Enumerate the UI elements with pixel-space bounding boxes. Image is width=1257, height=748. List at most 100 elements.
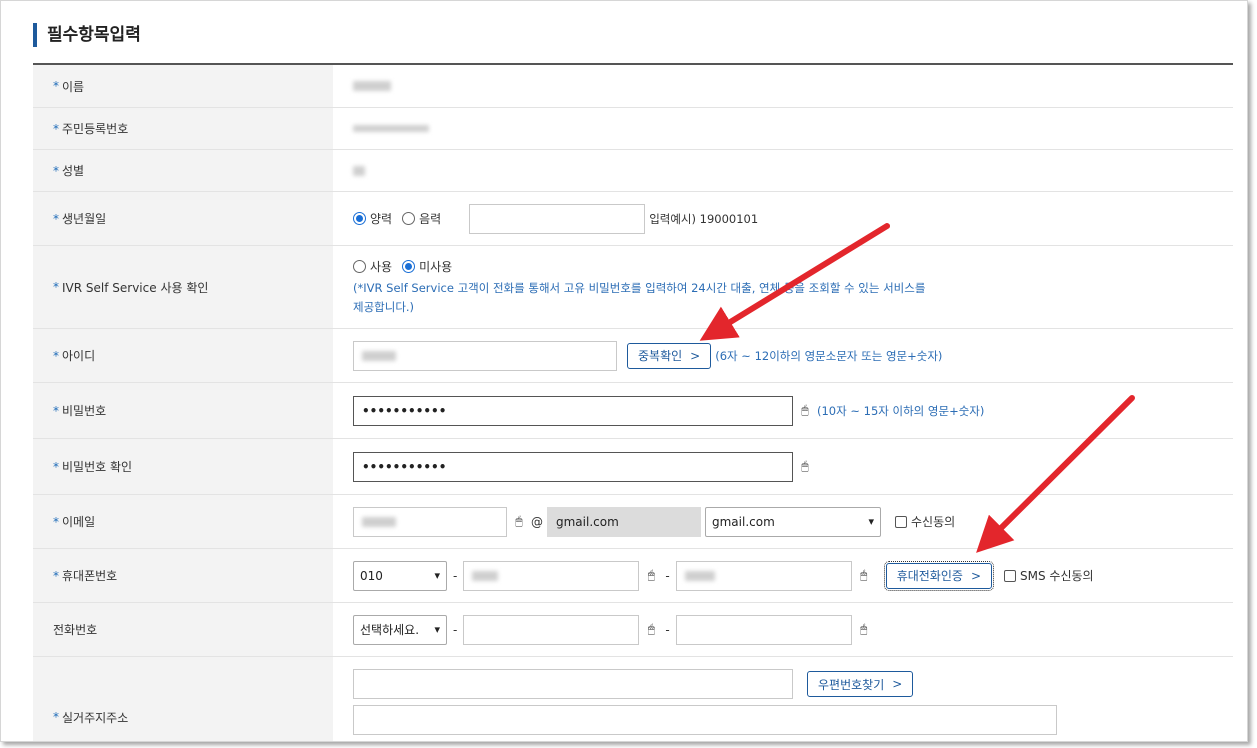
radio-ivr-nouse-label: 미사용 xyxy=(419,259,453,274)
chevron-down-icon: ▾ xyxy=(868,515,874,528)
value-birth: 양력 음력 입력예시) 19000101 xyxy=(333,192,1233,245)
duplicate-check-label: 중복확인 xyxy=(638,349,683,363)
label-phone-text: 전화번호 xyxy=(53,623,98,637)
row-name: * 이름 xyxy=(33,65,1233,108)
chevron-down-icon: ▾ xyxy=(434,623,440,636)
userid-redacted xyxy=(362,350,396,361)
row-password: * 비밀번호 ••••••••••• 🖱 (10자 ~ 15자 이하의 영문+숫자… xyxy=(33,383,1233,439)
value-userid: 중복확인 > (6자 ~ 12이하의 영문소문자 또는 영문+숫자) xyxy=(333,329,1233,382)
radio-ivr-use-label: 사용 xyxy=(370,259,393,274)
phone-last-input[interactable] xyxy=(675,614,852,645)
sms-consent-label: SMS 수신동의 xyxy=(1020,569,1094,583)
zipcode-input[interactable] xyxy=(353,669,793,699)
birth-input[interactable] xyxy=(469,203,646,234)
row-birth: * 생년월일 양력 음력 입력예시) 19000101 xyxy=(33,192,1233,246)
zipcode-search-button[interactable]: 우편번호찾기 > xyxy=(807,671,914,697)
label-userid: * 아이디 xyxy=(33,329,333,382)
radio-solar[interactable]: 양력 xyxy=(353,210,392,227)
email-domain-input[interactable]: gmail.com xyxy=(547,506,701,537)
label-birth-text: 생년월일 xyxy=(62,212,107,226)
page-frame: 필수항목입력 * 이름 * 주민등록번호 * 성별 * 생년월일 양력 음력 입… xyxy=(0,0,1248,742)
radio-ivr-nouse[interactable]: 미사용 xyxy=(402,258,452,275)
address-line2-input[interactable] xyxy=(353,741,1057,742)
value-ivr: 사용 미사용 (*IVR Self Service 고객이 전화를 통해서 고유… xyxy=(333,246,1233,328)
password-hint: (10자 ~ 15자 이하의 영문+숫자) xyxy=(817,403,985,418)
dash-separator: - xyxy=(453,622,458,637)
row-email: * 이메일 🖱 @ gmail.com gmail.com ▾ 수신동의 xyxy=(33,495,1233,549)
label-birth: * 생년월일 xyxy=(33,192,333,245)
dash-separator: - xyxy=(665,568,670,583)
required-form-table: * 이름 * 주민등록번호 * 성별 * 생년월일 양력 음력 입력예시) 190001… xyxy=(33,63,1233,742)
mobile-last-redacted xyxy=(684,570,715,581)
email-consent-label: 수신동의 xyxy=(911,515,956,529)
label-name: * 이름 xyxy=(33,65,333,107)
email-id-input[interactable] xyxy=(353,506,507,537)
value-rrn xyxy=(333,108,1233,149)
label-gender-text: 성별 xyxy=(62,164,85,178)
radio-ivr-use-dot[interactable] xyxy=(353,259,366,273)
label-userid-text: 아이디 xyxy=(62,349,96,363)
mobile-prefix-select[interactable]: 010 ▾ xyxy=(353,560,447,591)
mouse-icon[interactable]: 🖱 xyxy=(643,568,659,583)
userid-input[interactable] xyxy=(353,340,617,371)
row-gender: * 성별 xyxy=(33,150,1233,192)
chevron-down-icon: ▾ xyxy=(434,569,440,582)
password-input[interactable]: ••••••••••• xyxy=(353,395,793,426)
gender-redacted xyxy=(353,165,365,176)
radio-solar-label: 양력 xyxy=(370,212,393,226)
mobile-last-input[interactable] xyxy=(675,560,852,591)
radio-lunar-dot[interactable] xyxy=(402,212,416,225)
row-mobile: * 휴대폰번호 010 ▾ - 🖱 - 🖱 휴대전화인증 > SMS 수신동의 xyxy=(33,549,1233,603)
mobile-verify-button[interactable]: 휴대전화인증 > xyxy=(883,560,995,591)
value-password-confirm: ••••••••••• 🖱 xyxy=(333,439,1233,494)
section-title: 필수항목입력 xyxy=(33,23,141,47)
email-at: @ xyxy=(531,514,543,529)
label-password-text: 비밀번호 xyxy=(62,404,107,418)
label-email-text: 이메일 xyxy=(62,515,96,529)
label-rrn-text: 주민등록번호 xyxy=(62,122,129,136)
email-consent-checkbox[interactable]: 수신동의 xyxy=(895,513,955,530)
value-mobile: 010 ▾ - 🖱 - 🖱 휴대전화인증 > SMS 수신동의 xyxy=(333,549,1233,602)
mouse-icon[interactable]: 🖱 xyxy=(797,459,813,474)
radio-lunar[interactable]: 음력 xyxy=(402,210,441,227)
email-domain-select-value: gmail.com xyxy=(712,514,775,529)
radio-solar-dot[interactable] xyxy=(353,212,366,225)
email-consent-box[interactable] xyxy=(895,515,907,528)
row-userid: * 아이디 중복확인 > (6자 ~ 12이하의 영문소문자 또는 영문+숫자) xyxy=(33,329,1233,383)
row-rrn: * 주민등록번호 xyxy=(33,108,1233,150)
label-ivr-text: IVR Self Service 사용 확인 xyxy=(62,280,209,295)
phone-prefix-value: 선택하세요. xyxy=(360,623,420,637)
radio-ivr-use[interactable]: 사용 xyxy=(353,258,392,275)
chevron-right-icon: > xyxy=(690,348,701,363)
sms-consent-checkbox[interactable]: SMS 수신동의 xyxy=(1004,567,1094,584)
phone-middle-input[interactable] xyxy=(463,614,640,645)
radio-ivr-nouse-dot[interactable] xyxy=(402,259,416,273)
label-rrn: * 주민등록번호 xyxy=(33,108,333,149)
value-email: 🖱 @ gmail.com gmail.com ▾ 수신동의 xyxy=(333,495,1233,548)
duplicate-check-button[interactable]: 중복확인 > xyxy=(627,342,712,369)
name-redacted xyxy=(353,81,391,91)
mobile-middle-input[interactable] xyxy=(463,560,640,591)
row-password-confirm: * 비밀번호 확인 ••••••••••• 🖱 xyxy=(33,439,1233,495)
mouse-icon[interactable]: 🖱 xyxy=(856,622,872,637)
email-domain-select[interactable]: gmail.com ▾ xyxy=(705,506,881,537)
mouse-icon[interactable]: 🖱 xyxy=(856,568,872,583)
label-password: * 비밀번호 xyxy=(33,383,333,438)
phone-prefix-select[interactable]: 선택하세요. ▾ xyxy=(353,614,447,645)
mouse-icon[interactable]: 🖱 xyxy=(797,403,813,418)
mouse-icon[interactable]: 🖱 xyxy=(511,514,527,529)
chevron-right-icon: > xyxy=(892,677,903,691)
label-phone: 전화번호 xyxy=(33,603,333,656)
sms-consent-box[interactable] xyxy=(1004,569,1016,582)
password-confirm-input[interactable]: ••••••••••• xyxy=(353,451,793,482)
label-mobile-text: 휴대폰번호 xyxy=(62,569,118,583)
address-line1-input[interactable] xyxy=(353,705,1057,735)
value-gender xyxy=(333,150,1233,191)
value-name xyxy=(333,65,1233,107)
ivr-radio-group: 사용 미사용 xyxy=(353,258,462,275)
mouse-icon[interactable]: 🖱 xyxy=(643,622,659,637)
label-mobile: * 휴대폰번호 xyxy=(33,549,333,602)
birth-example: 입력예시) 19000101 xyxy=(649,211,759,226)
ivr-description: (*IVR Self Service 고객이 전화를 통해서 고유 비밀번호를 … xyxy=(353,280,926,314)
email-redacted xyxy=(362,516,396,527)
